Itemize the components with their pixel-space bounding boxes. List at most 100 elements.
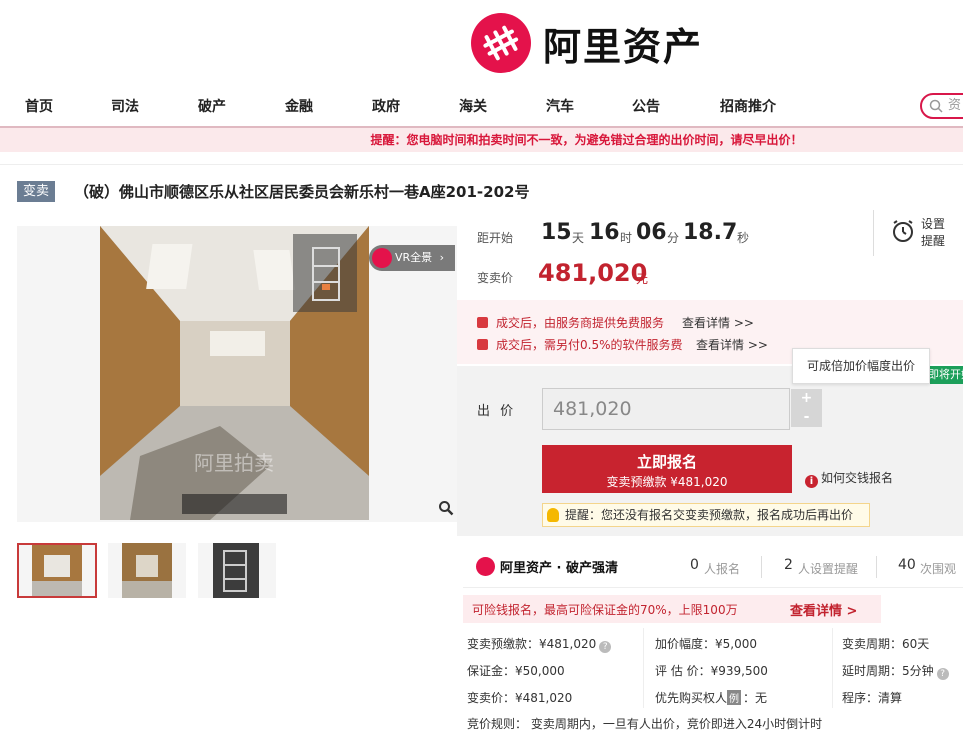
chevron-right-icon: › [439, 251, 445, 264]
status-badge: 即将开始 [926, 366, 963, 384]
detail-increment: 加价幅度：¥5,000 [655, 637, 757, 651]
brand-name: 阿里资产 [543, 24, 704, 69]
countdown-hours-unit: 时 [620, 231, 633, 245]
bid-increase-button[interactable]: + [791, 389, 822, 408]
service-text-1: 成交后，由服务商提供免费服务 [496, 316, 665, 330]
service-brand-name: 阿里资产 · 破产强清 [500, 560, 618, 576]
nav-item-auto[interactable]: 汽车 [546, 96, 574, 116]
bid-amount-input[interactable]: 481,020 [542, 388, 790, 430]
nav-item-finance[interactable]: 金融 [285, 96, 313, 116]
price-label: 变卖价 [477, 271, 514, 285]
column-divider [643, 628, 644, 708]
gift-icon [477, 317, 488, 328]
page-title: （破）佛山市顺德区乐从社区居民委员会新乐村一巷A座201-202号 [74, 183, 530, 201]
signup-button[interactable]: 立即报名 变卖预缴款 ¥481,020 [542, 445, 792, 493]
deposit-details-link[interactable]: 查看详情 > [790, 600, 857, 619]
lightbulb-icon [547, 508, 559, 522]
priority-buyer-value: ：无 [743, 691, 768, 705]
service-row-2: 成交后，需另付0.5%的软件服务费 [477, 336, 683, 353]
nav-item-notice[interactable]: 公告 [632, 96, 660, 116]
column-divider [832, 628, 833, 708]
brand-logo-icon [471, 13, 531, 73]
thumbnail-3[interactable] [198, 543, 276, 598]
search-input[interactable]: 资 [920, 93, 963, 119]
time-warning-notice: 提醒：您电脑时间和拍卖时间不一致，为避免错过合理的出价时间，请尽早出价！ [0, 128, 963, 152]
signup-deposit-label: 变卖预缴款 ¥481,020 [606, 475, 728, 489]
nav-item-customs[interactable]: 海关 [459, 96, 487, 116]
nav-item-government[interactable]: 政府 [372, 96, 400, 116]
view-count: 40 [898, 557, 916, 573]
countdown-minutes-unit: 分 [667, 231, 680, 245]
detail-sale-period: 变卖周期：60天 [842, 637, 930, 651]
zoom-icon[interactable] [438, 500, 454, 520]
detail-sale-price: 变卖价：¥481,020 [467, 691, 573, 705]
countdown-seconds-unit: 秒 [737, 231, 750, 245]
detail-priority-buyer: 优先购买权人例：无 [655, 689, 767, 706]
nav-item-bankruptcy[interactable]: 破产 [198, 96, 226, 116]
brand-logo-small-icon [476, 556, 495, 576]
signup-button-label: 立即报名 [636, 453, 697, 471]
set-reminder-button[interactable]: 设置提醒 [921, 216, 951, 250]
countdown-seconds: 18.7 [683, 220, 738, 245]
signup-hint-text: 提醒：您还没有报名交变卖预缴款，报名成功后再出价 [565, 508, 854, 522]
detail-procedure: 程序：清算 [842, 691, 903, 705]
service-text-2: 成交后，需另付0.5%的软件服务费 [496, 338, 683, 352]
help-icon[interactable]: ? [936, 668, 949, 680]
service-brand: 阿里资产 · 破产强清 [476, 556, 618, 576]
thumbnail-1[interactable] [17, 543, 97, 598]
site-logo[interactable]: 阿里资产 [471, 12, 703, 74]
stat-divider [761, 556, 762, 578]
countdown-days-unit: 天 [572, 231, 585, 245]
priority-buyer-label: 优先购买权人 [655, 691, 728, 705]
vr-panorama-button[interactable]: VR全景 › [369, 245, 455, 271]
service-details-link-2[interactable]: 查看详情 >> [696, 336, 768, 353]
example-tag[interactable]: 例 [727, 690, 742, 705]
remind-divider [873, 210, 874, 256]
nav-item-judicial[interactable]: 司法 [111, 96, 139, 116]
thumbnail-2[interactable] [108, 543, 186, 598]
alarm-clock-icon[interactable] [891, 219, 915, 243]
view-count-label: 次围观 [920, 562, 957, 576]
nav-item-investment[interactable]: 招商推介 [720, 96, 776, 116]
how-to-pay-link[interactable]: i 如何交钱报名 [805, 469, 893, 488]
bid-multiplier-tooltip: 可成倍加价幅度出价 [792, 348, 930, 384]
vr-label: VR全景 [395, 251, 433, 264]
nav-item-home[interactable]: 首页 [25, 96, 53, 116]
signup-hint: 提醒：您还没有报名交变卖预缴款，报名成功后再出价 [542, 503, 870, 527]
main-nav: 首页 司法 破产 金融 政府 海关 汽车 公告 招商推介 [0, 88, 963, 124]
price-value: 481,020 [538, 259, 648, 287]
vr-icon [372, 248, 392, 268]
help-icon[interactable]: ? [599, 641, 612, 653]
main-photo[interactable]: 阿里拍卖 [100, 226, 369, 520]
service-details-link-1[interactable]: 查看详情 >> [682, 314, 754, 331]
detail-deposit-payment-text: 变卖预缴款：¥481,020 [467, 637, 597, 651]
bid-label: 出 价 [477, 404, 517, 419]
signup-count-label: 人报名 [704, 562, 741, 576]
reminder-count: 2 [784, 557, 793, 573]
bid-decrease-button[interactable]: - [791, 408, 822, 427]
sale-type-badge: 变卖 [17, 181, 56, 202]
detail-appraisal: 评 估 价：¥939,500 [655, 664, 768, 678]
detail-delay-period: 延时周期：5分钟? [842, 662, 949, 680]
gift-icon [477, 339, 488, 350]
service-row-1: 成交后，由服务商提供免费服务 [477, 314, 664, 331]
room-panorama-image: 阿里拍卖 [100, 226, 369, 520]
countdown-hours: 16 [589, 220, 620, 245]
reminder-count-label: 人设置提醒 [798, 562, 859, 576]
deposit-loan-text: 可险钱报名，最高可险保证金的70%，上限100万 [472, 603, 738, 617]
detail-delay-period-text: 延时周期：5分钟 [842, 664, 934, 678]
photo-watermark: 阿里拍卖 [194, 452, 274, 475]
detail-security-deposit: 保证金：¥50,000 [467, 664, 565, 678]
bidding-rule: 竞价规则： 变卖周期内，一旦有人出价，竞价即进入24小时倒计时 [467, 717, 823, 731]
price-unit: 元 [636, 272, 649, 286]
section-divider [0, 164, 963, 165]
how-to-pay-label: 如何交钱报名 [821, 471, 894, 485]
countdown-label: 距开始 [477, 231, 514, 245]
section-divider [463, 587, 963, 588]
countdown-days: 15 [541, 220, 572, 245]
search-icon [929, 99, 943, 113]
signup-count: 0 [690, 557, 699, 573]
search-placeholder: 资 [948, 98, 962, 113]
stat-divider [876, 556, 877, 578]
detail-deposit-payment: 变卖预缴款：¥481,020? [467, 635, 612, 653]
